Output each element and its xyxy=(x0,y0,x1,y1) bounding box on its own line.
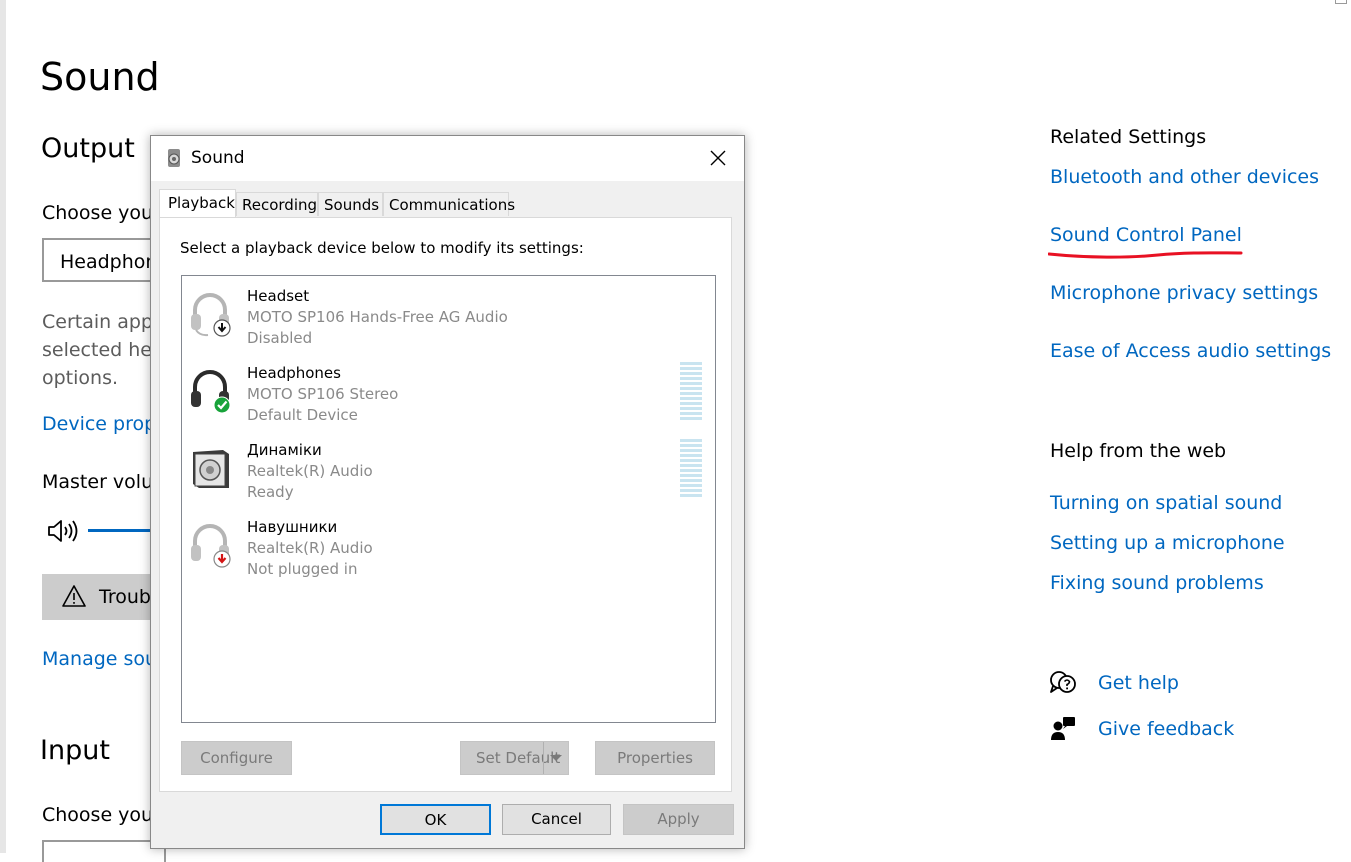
input-heading: Input xyxy=(40,735,110,766)
volume-icon[interactable] xyxy=(46,518,80,548)
device-name: Навушники xyxy=(247,518,338,536)
configure-button[interactable]: Configure xyxy=(181,741,292,775)
level-meter xyxy=(680,362,702,422)
device-state: Disabled xyxy=(247,329,313,347)
device-description: Realtek(R) Audio xyxy=(247,462,373,480)
input-device-dropdown[interactable] xyxy=(42,840,166,862)
tab-recording[interactable]: Recording xyxy=(236,192,318,216)
headphones-default-icon xyxy=(189,367,233,415)
device-state: Not plugged in xyxy=(247,560,358,578)
close-icon[interactable] xyxy=(708,148,728,168)
sound-control-panel-link[interactable]: Sound Control Panel xyxy=(1050,224,1242,246)
choose-output-label: Choose you xyxy=(42,202,154,224)
certain-apps-line-2: selected her xyxy=(42,339,160,361)
manage-sound-devices-link[interactable]: Manage sou xyxy=(42,648,157,670)
playback-panel: Select a playback device below to modify… xyxy=(159,217,732,792)
ease-of-access-audio-link[interactable]: Ease of Access audio settings xyxy=(1050,340,1331,362)
device-item-headset[interactable]: Headset MOTO SP106 Hands-Free AG Audio D… xyxy=(182,276,715,353)
master-volume-label: Master volu xyxy=(42,471,154,493)
warning-icon xyxy=(62,584,86,612)
playback-instruction: Select a playback device below to modify… xyxy=(180,239,584,257)
dialog-titlebar[interactable]: Sound xyxy=(151,136,744,181)
device-description: MOTO SP106 Hands-Free AG Audio xyxy=(247,308,508,326)
headphones-unplugged-icon xyxy=(189,521,233,569)
level-meter xyxy=(680,439,702,499)
playback-device-list[interactable]: Headset MOTO SP106 Hands-Free AG Audio D… xyxy=(181,275,716,723)
fixing-sound-link[interactable]: Fixing sound problems xyxy=(1050,572,1264,594)
give-feedback-icon xyxy=(1050,716,1076,746)
setup-microphone-link[interactable]: Setting up a microphone xyxy=(1050,532,1285,554)
device-properties-link[interactable]: Device prop xyxy=(42,413,156,435)
apply-button[interactable]: Apply xyxy=(623,804,734,835)
red-underline-annotation xyxy=(1048,251,1243,259)
page-title: Sound xyxy=(40,55,160,99)
certain-apps-line-3: options. xyxy=(42,367,119,389)
chevron-down-icon[interactable] xyxy=(543,742,568,774)
properties-button[interactable]: Properties xyxy=(595,741,715,775)
choose-input-label: Choose you xyxy=(42,804,154,826)
device-name: Headphones xyxy=(247,364,341,382)
microphone-privacy-link[interactable]: Microphone privacy settings xyxy=(1050,282,1318,304)
speaker-icon xyxy=(189,444,233,492)
device-description: Realtek(R) Audio xyxy=(247,539,373,557)
output-device-value: Headphon xyxy=(60,251,158,273)
help-heading: Help from the web xyxy=(1050,440,1227,462)
tab-playback[interactable]: Playback xyxy=(159,189,236,217)
ok-button[interactable]: OK xyxy=(380,804,491,835)
set-default-button[interactable]: Set Default xyxy=(460,741,569,775)
tab-communications[interactable]: Communications xyxy=(383,192,515,216)
get-help-link[interactable]: Get help xyxy=(1098,672,1179,694)
output-heading: Output xyxy=(41,133,135,164)
certain-apps-line-1: Certain app xyxy=(42,311,153,333)
headset-disabled-icon xyxy=(189,290,233,338)
window-left-edge xyxy=(0,0,6,853)
related-settings-heading: Related Settings xyxy=(1050,126,1207,148)
device-item-speakers[interactable]: Динаміки Realtek(R) Audio Ready xyxy=(182,430,715,507)
device-state: Default Device xyxy=(247,406,358,424)
troubleshoot-label: Troub xyxy=(99,586,151,608)
cancel-button[interactable]: Cancel xyxy=(502,804,611,835)
bluetooth-devices-link[interactable]: Bluetooth and other devices xyxy=(1050,166,1319,188)
give-feedback-link[interactable]: Give feedback xyxy=(1098,718,1234,740)
spatial-sound-link[interactable]: Turning on spatial sound xyxy=(1050,492,1282,514)
device-name: Headset xyxy=(247,287,310,305)
sound-dialog: Sound Playback Recording Sounds Communic… xyxy=(150,135,745,849)
dialog-title: Sound xyxy=(191,148,245,168)
window-corner-control xyxy=(1335,0,1347,4)
get-help-icon xyxy=(1049,670,1077,700)
speaker-app-icon xyxy=(164,148,184,172)
tab-sounds[interactable]: Sounds xyxy=(318,192,383,216)
device-state: Ready xyxy=(247,483,294,501)
device-item-realtek-headphones[interactable]: Навушники Realtek(R) Audio Not plugged i… xyxy=(182,507,715,584)
device-item-headphones[interactable]: Headphones MOTO SP106 Stereo Default Dev… xyxy=(182,353,715,430)
device-name: Динаміки xyxy=(247,441,322,459)
device-description: MOTO SP106 Stereo xyxy=(247,385,399,403)
